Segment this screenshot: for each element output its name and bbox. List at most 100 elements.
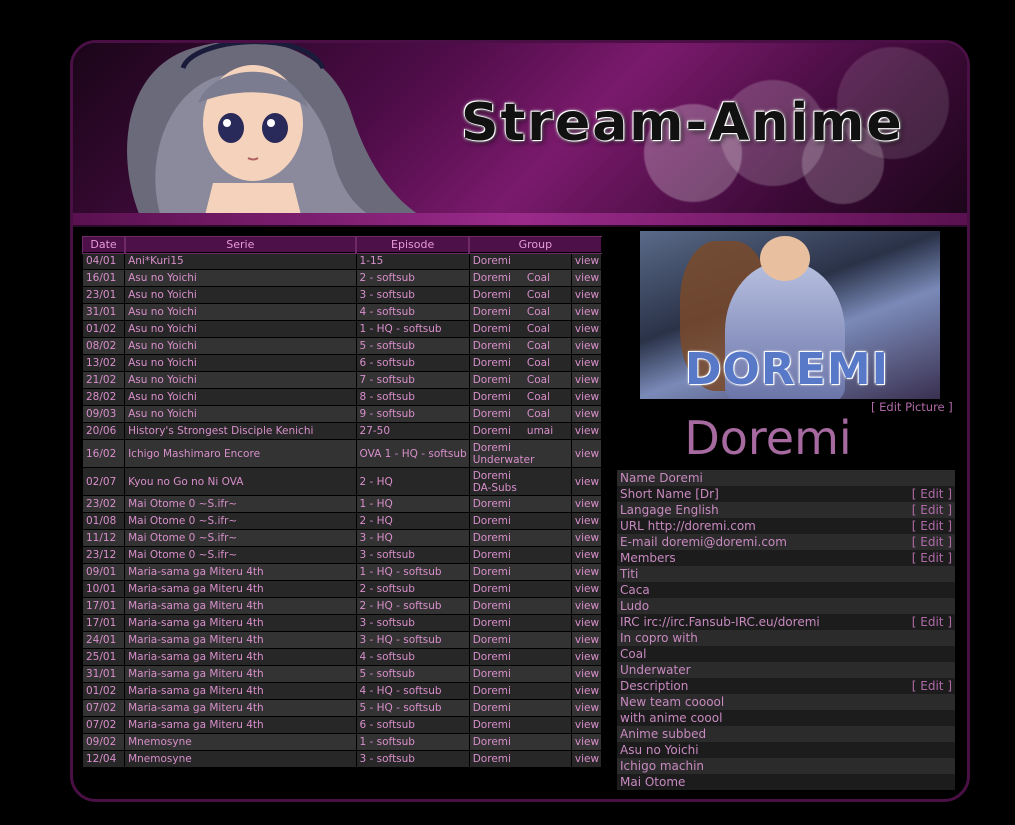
group-name: Doremi: [472, 600, 511, 612]
cell-view: view: [570, 320, 602, 338]
info-row: Name Doremi: [617, 470, 955, 486]
cell-view: view: [570, 716, 602, 734]
cell-group: Doremi Coal: [468, 320, 572, 338]
cell-serie: History's Strongest Disciple Kenichi: [124, 422, 357, 440]
group-name: Doremi: [472, 340, 511, 352]
cell-serie: Asu no Yoichi: [124, 286, 357, 304]
view-link[interactable]: view: [575, 719, 599, 731]
group-name: Doremi: [472, 668, 511, 680]
view-link[interactable]: view: [575, 306, 599, 318]
view-link[interactable]: view: [575, 600, 599, 612]
cell-date: 23/01: [82, 286, 126, 304]
picture-wordmark: DOREMI: [685, 344, 890, 395]
info-row: Members [ Edit ]: [617, 550, 955, 566]
cell-date: 16/02: [82, 439, 126, 468]
view-link[interactable]: view: [575, 736, 599, 748]
view-link[interactable]: view: [575, 583, 599, 595]
cell-view: view: [570, 495, 602, 513]
group-name: Doremi: [472, 391, 511, 403]
cell-episode: 2 - HQ: [355, 512, 470, 530]
cell-date: 13/02: [82, 354, 126, 372]
edit-link[interactable]: [ Edit ]: [912, 502, 952, 518]
group-name-secondary: Coal: [526, 340, 551, 352]
banner-stripe: [73, 213, 967, 225]
view-link[interactable]: view: [575, 323, 599, 335]
view-link[interactable]: view: [575, 566, 599, 578]
edit-link[interactable]: [ Edit ]: [912, 534, 952, 550]
info-text: Ludo: [620, 599, 650, 613]
view-link[interactable]: view: [575, 476, 599, 488]
info-text: New team cooool: [620, 695, 725, 709]
info-row: Asu no Yoichi: [617, 742, 955, 758]
cell-view: view: [570, 631, 602, 649]
edit-link[interactable]: [ Edit ]: [912, 614, 952, 630]
view-link[interactable]: view: [575, 702, 599, 714]
cell-group: Doremi DA-Subs: [468, 467, 572, 496]
table-row: 09/02 Mnemosyne 1 - softsub Doremi view: [82, 733, 602, 751]
cell-episode: 3 - HQ - softsub: [355, 631, 470, 649]
info-row: Mai Otome: [617, 774, 955, 790]
group-name-secondary: Coal: [526, 391, 551, 403]
cell-episode: 1 - softsub: [355, 733, 470, 751]
view-link[interactable]: view: [575, 651, 599, 663]
table-row: 12/04 Mnemosyne 3 - softsub Doremi view: [82, 750, 602, 768]
cell-serie: Asu no Yoichi: [124, 303, 357, 321]
group-name-secondary: Coal: [526, 306, 551, 318]
view-link[interactable]: view: [575, 685, 599, 697]
view-link[interactable]: view: [575, 408, 599, 420]
cell-date: 09/03: [82, 405, 126, 423]
view-link[interactable]: view: [575, 374, 599, 386]
table-row: 17/01 Maria-sama ga Miteru 4th 2 - HQ - so…: [82, 597, 602, 615]
table-row: 23/02 Mai Otome 0 ~S.ifr~ 1 - HQ Doremi view: [82, 495, 602, 513]
info-text: Name Doremi: [620, 471, 703, 485]
view-link[interactable]: view: [575, 448, 599, 460]
edit-link[interactable]: [ Edit ]: [912, 486, 952, 502]
edit-link[interactable]: [ Edit ]: [912, 678, 952, 694]
view-link[interactable]: view: [575, 668, 599, 680]
cell-view: view: [570, 546, 602, 564]
cell-serie: Maria-sama ga Miteru 4th: [124, 631, 357, 649]
view-link[interactable]: view: [575, 391, 599, 403]
cell-group: Doremi: [468, 563, 572, 581]
view-link[interactable]: view: [575, 549, 599, 561]
view-link[interactable]: view: [575, 634, 599, 646]
view-link[interactable]: view: [575, 340, 599, 352]
cell-group: Doremi: [468, 750, 572, 768]
view-link[interactable]: view: [575, 289, 599, 301]
cell-serie: Maria-sama ga Miteru 4th: [124, 665, 357, 683]
view-link[interactable]: view: [575, 515, 599, 527]
column-header-group: Group: [468, 236, 602, 254]
group-name-secondary: Coal: [526, 272, 551, 284]
cell-episode: 6 - softsub: [355, 354, 470, 372]
cell-view: view: [570, 750, 602, 768]
view-link[interactable]: view: [575, 255, 599, 267]
cell-serie: Maria-sama ga Miteru 4th: [124, 580, 357, 598]
view-link[interactable]: view: [575, 425, 599, 437]
cell-view: view: [570, 303, 602, 321]
cell-episode: 1 - HQ: [355, 495, 470, 513]
cell-view: view: [570, 563, 602, 581]
cell-episode: 6 - softsub: [355, 716, 470, 734]
cell-serie: Maria-sama ga Miteru 4th: [124, 563, 357, 581]
edit-link[interactable]: [ Edit ]: [912, 518, 952, 534]
info-row: Titi: [617, 566, 955, 582]
info-row: E-mail doremi@doremi.com [ Edit ]: [617, 534, 955, 550]
cell-date: 23/12: [82, 546, 126, 564]
cell-serie: Mai Otome 0 ~S.ifr~: [124, 546, 357, 564]
info-text: URL http://doremi.com: [620, 519, 756, 533]
column-header-date: Date: [82, 236, 126, 254]
view-link[interactable]: view: [575, 532, 599, 544]
cell-view: view: [570, 665, 602, 683]
cell-view: view: [570, 439, 602, 468]
view-link[interactable]: view: [575, 498, 599, 510]
view-link[interactable]: view: [575, 617, 599, 629]
view-link[interactable]: view: [575, 753, 599, 765]
group-name: Doremi: [472, 441, 511, 454]
view-link[interactable]: view: [575, 272, 599, 284]
group-name: Doremi: [472, 617, 511, 629]
edit-link[interactable]: [ Edit ]: [912, 550, 952, 566]
info-text: In copro with: [620, 631, 698, 645]
site-logo: Stream-Anime: [461, 93, 904, 153]
cell-serie: Asu no Yoichi: [124, 405, 357, 423]
view-link[interactable]: view: [575, 357, 599, 369]
